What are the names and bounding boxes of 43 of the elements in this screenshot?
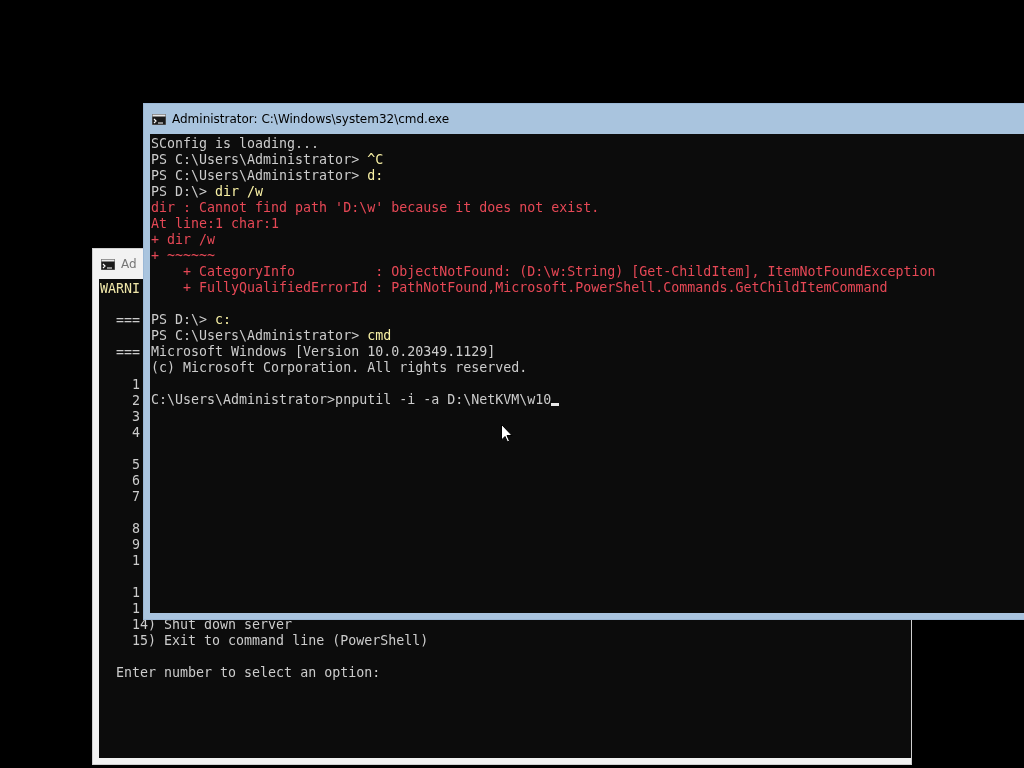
command-text: ^C	[367, 152, 384, 168]
command-line-text: C:\Users\Administrator>pnputil -i -a D:\NetKVM\w10	[151, 392, 552, 408]
console-icon	[101, 258, 115, 270]
console-text: 7	[131, 489, 141, 505]
error-text: + CategoryInfo : ObjectNotFound: (D:\w:String) [Get-ChildItem], ItemNotFoundException	[182, 264, 936, 280]
console-text: 1	[131, 601, 141, 617]
mouse-pointer-icon	[501, 424, 513, 443]
console-text: 6	[131, 473, 141, 489]
console-text: (c) Microsoft Corporation. All rights reserved.	[151, 360, 528, 376]
console-icon	[152, 113, 166, 125]
console-text: 1	[131, 585, 141, 601]
console-text: 8	[131, 521, 141, 537]
console-text: ===	[115, 345, 141, 361]
console-text: SConfig is loading...	[151, 136, 320, 152]
error-text: + FullyQualifiedErrorId : PathNotFound,Microsoft.PowerShell.Commands.GetChildItemCommand	[182, 280, 888, 296]
console-text: 9	[131, 537, 141, 553]
command-text: c:	[215, 312, 232, 328]
console-text: ===	[115, 313, 141, 329]
console-text: 5	[131, 457, 141, 473]
console-text: WARNI	[100, 281, 141, 297]
console-text: 1	[131, 377, 141, 393]
prompt-text: PS C:\Users\Administrator>	[151, 328, 361, 344]
console-text: 2	[131, 393, 141, 409]
error-text: dir : Cannot find path 'D:\w' because it does not exist.	[151, 200, 600, 216]
prompt-text: PS C:\Users\Administrator>	[151, 152, 361, 168]
error-text: + dir /w	[151, 232, 216, 248]
window-title: Ad	[121, 257, 137, 271]
console-text: 4	[131, 425, 141, 441]
prompt-text: PS C:\Users\Administrator>	[151, 168, 361, 184]
window-title: Administrator: C:\Windows\system32\cmd.exe	[172, 112, 450, 126]
prompt-text: PS D:\>	[151, 184, 209, 200]
console-text: 3	[131, 409, 141, 425]
console-text: 15) Exit to command line (PowerShell)	[131, 633, 429, 649]
command-text: d:	[367, 168, 384, 184]
console-text: Microsoft Windows [Version 10.0.20349.1129]	[151, 344, 496, 360]
command-text: cmd	[367, 328, 392, 344]
prompt-text: PS D:\>	[151, 312, 209, 328]
command-text: dir /w	[215, 184, 264, 200]
console-text: 1	[131, 553, 141, 569]
error-text: + ~~~~~~	[151, 248, 216, 264]
text-cursor	[551, 403, 560, 406]
error-text: At line:1 char:1	[151, 216, 280, 232]
console-text: Enter number to select an option:	[115, 665, 381, 681]
